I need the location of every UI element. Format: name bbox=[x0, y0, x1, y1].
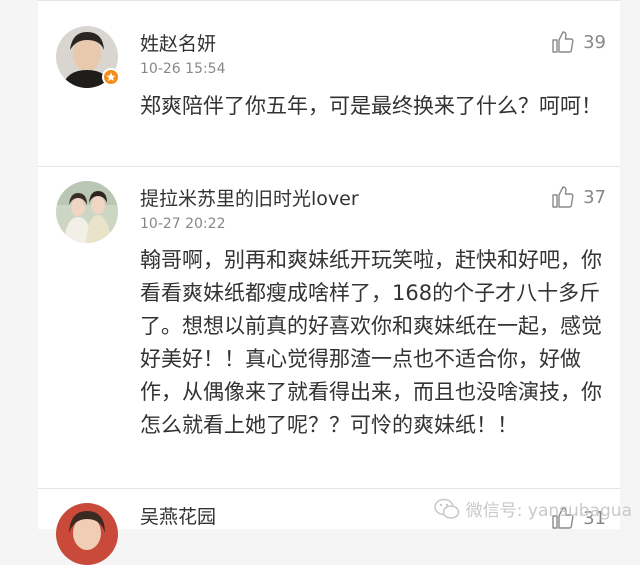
wechat-icon bbox=[433, 498, 460, 519]
comment-timestamp: 10-27 20:22 bbox=[140, 216, 226, 232]
comment-text: 郑爽陪伴了你五年，可是最终换来了什么？呵呵！ bbox=[140, 94, 602, 118]
like-button[interactable]: 37 bbox=[551, 185, 606, 209]
comment-timestamp: 10-26 15:54 bbox=[140, 61, 226, 77]
comment-list: 姓赵名妍 10-26 15:54 39 郑爽陪伴了你五年，可是最终换来了什么？呵… bbox=[38, 0, 620, 565]
avatar[interactable] bbox=[56, 503, 118, 565]
watermark: 微信号: yansubagua bbox=[433, 496, 632, 521]
comment-username[interactable]: 提拉米苏里的旧时光lover bbox=[140, 184, 359, 211]
comment-item: 姓赵名妍 10-26 15:54 39 郑爽陪伴了你五年，可是最终换来了什么？呵… bbox=[38, 0, 620, 166]
thumbs-up-icon bbox=[552, 186, 574, 208]
verified-badge-icon bbox=[102, 68, 120, 86]
comment-username[interactable]: 吴燕花园 bbox=[140, 502, 216, 529]
thumbs-up-icon bbox=[552, 31, 574, 53]
avatar[interactable] bbox=[56, 181, 118, 243]
comment-text: 翰哥啊，别再和爽妹纸开玩笑啦，赶快和好吧，你看看爽妹纸都瘦成啥样了，168的个子… bbox=[140, 248, 602, 437]
watermark-text: 微信号: yansubagua bbox=[465, 501, 632, 521]
comment-item: 提拉米苏里的旧时光lover 10-27 20:22 37 翰哥啊，别再和爽妹纸… bbox=[38, 166, 620, 488]
like-button[interactable]: 39 bbox=[551, 30, 606, 54]
like-count: 39 bbox=[583, 31, 606, 53]
comment-username[interactable]: 姓赵名妍 bbox=[140, 29, 216, 56]
like-count: 37 bbox=[583, 186, 606, 208]
